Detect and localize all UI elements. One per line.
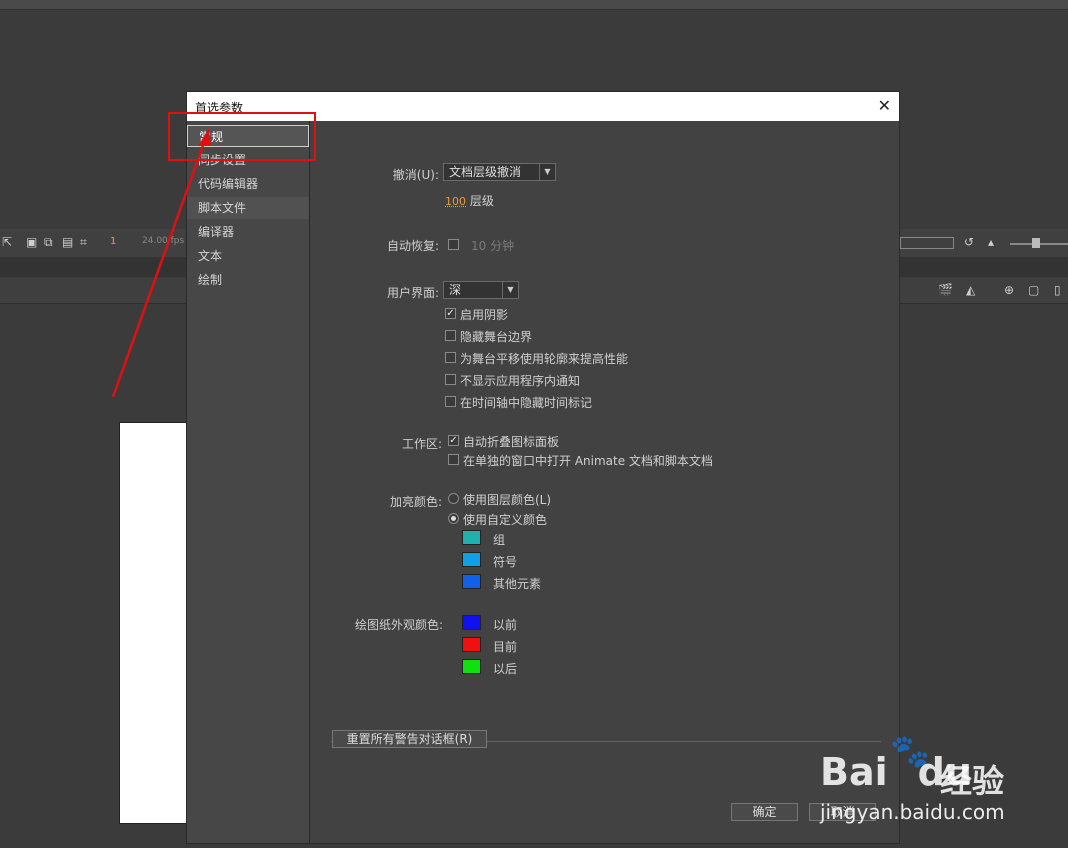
watermark-url: jingyan.baidu.com [820, 800, 1005, 824]
annotation-arrow [111, 128, 211, 398]
baidu-watermark: 🐾 Bai du 经验 jingyan.baidu.com [820, 732, 1060, 830]
watermark-cn: 经验 [940, 762, 1005, 800]
